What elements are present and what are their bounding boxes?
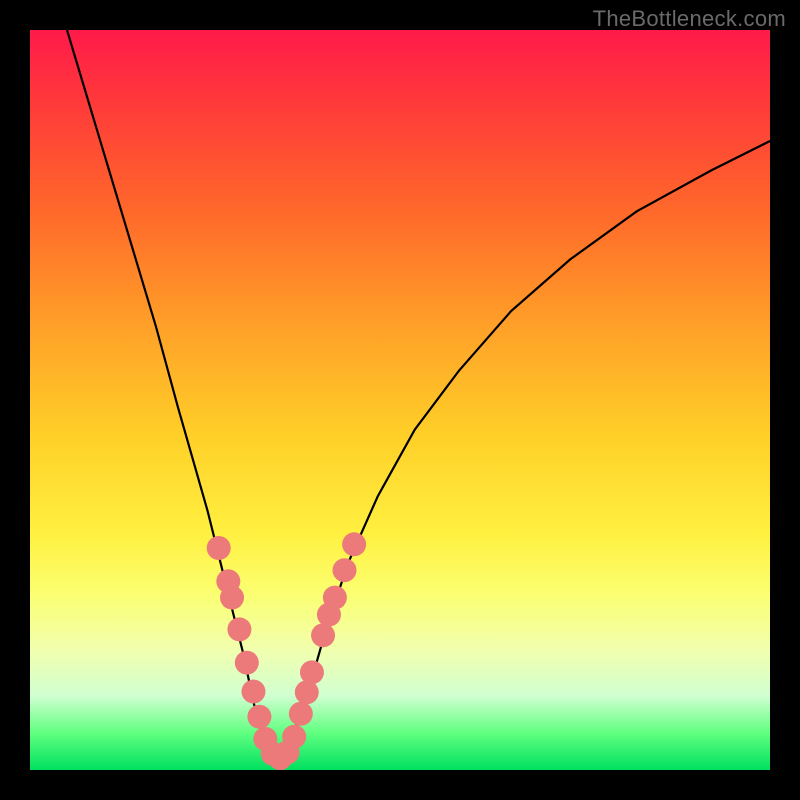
data-marker bbox=[247, 705, 271, 729]
data-marker bbox=[227, 617, 251, 641]
data-marker bbox=[289, 702, 313, 726]
data-marker bbox=[207, 536, 231, 560]
data-marker bbox=[300, 660, 324, 684]
data-marker bbox=[311, 623, 335, 647]
curve-line bbox=[67, 30, 770, 759]
data-marker bbox=[342, 532, 366, 556]
data-marker bbox=[220, 586, 244, 610]
curve-markers bbox=[207, 532, 366, 770]
data-marker bbox=[333, 558, 357, 582]
data-marker bbox=[241, 680, 265, 704]
data-marker bbox=[235, 651, 259, 675]
data-marker bbox=[295, 680, 319, 704]
data-marker bbox=[323, 586, 347, 610]
data-marker bbox=[282, 725, 306, 749]
watermark-text: TheBottleneck.com bbox=[593, 6, 786, 32]
chart-overlay bbox=[30, 30, 770, 770]
